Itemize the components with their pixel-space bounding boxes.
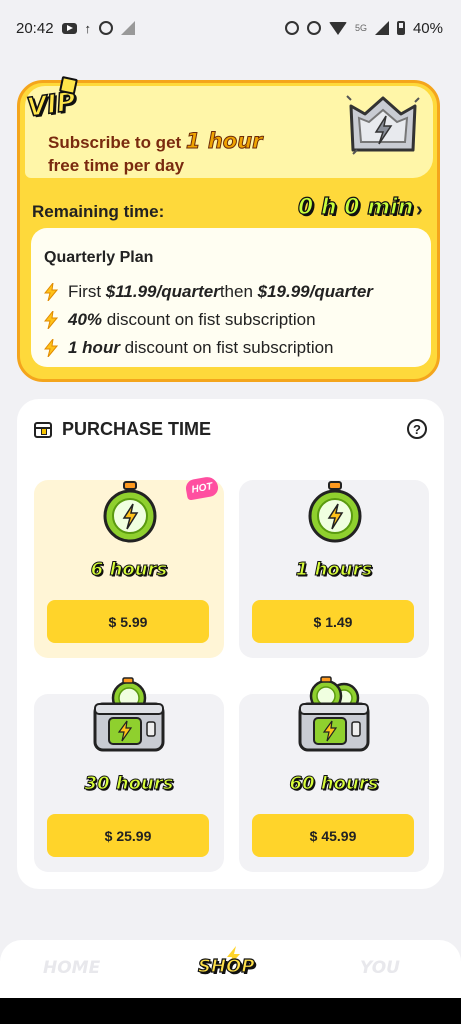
upload-icon: ↑ xyxy=(84,20,92,36)
tile-hours: 6 hours xyxy=(90,559,168,581)
tile-hours: 30 hours xyxy=(84,773,174,795)
purchase-title: PURCHASE TIME xyxy=(62,419,212,439)
battery-icon xyxy=(396,21,405,35)
plan-line3-bold: 1 hour xyxy=(68,338,120,357)
status-bar: 20:42 ↑ 5G 40% xyxy=(0,0,461,56)
plan-line1-mid: then xyxy=(219,282,258,301)
treasure-chest-icon xyxy=(34,421,52,438)
plan-price2: $19.99/quarter xyxy=(257,282,373,301)
plan-line2-rest: discount on fist subscription xyxy=(102,310,316,329)
bottom-nav: HOME SHOP YOU xyxy=(0,940,461,998)
plan-line1-prefix: First xyxy=(68,282,106,301)
accessibility-icon xyxy=(99,21,114,35)
stopwatch-icon xyxy=(308,481,362,543)
time-tile-1-hours[interactable]: 1 hours $ 1.49 xyxy=(239,480,429,658)
network-type: 5G xyxy=(354,23,367,33)
vip-card[interactable]: VIP Subscribe to get 1 hour free time pe… xyxy=(17,80,440,382)
time-chest-icon xyxy=(93,677,165,752)
alarm-icon xyxy=(284,21,299,35)
plan-title: Quarterly Plan xyxy=(44,249,154,266)
stopwatch-icon xyxy=(103,481,157,543)
remaining-value: 0 h 0 min xyxy=(297,194,414,220)
system-nav-bar xyxy=(0,998,461,1024)
plan-line2-bold: 40% xyxy=(68,310,103,329)
buy-button-1-hours[interactable]: $ 1.49 xyxy=(252,600,414,643)
youtube-icon xyxy=(61,22,77,34)
remaining-label: Remaining time: xyxy=(32,202,165,221)
cell-signal-icon xyxy=(374,21,389,35)
vip-banner: VIP Subscribe to get 1 hour free time pe… xyxy=(24,86,433,178)
silver-crown-icon xyxy=(346,95,420,155)
buy-button-60-hours[interactable]: $ 45.99 xyxy=(252,814,414,857)
plan-line-price: First $11.99/quarterthen $19.99/quarter xyxy=(44,282,373,302)
help-icon[interactable]: ? xyxy=(407,419,427,439)
bolt-icon xyxy=(44,339,58,357)
nav-shop[interactable]: SHOP xyxy=(197,955,255,977)
purchase-header: PURCHASE TIME xyxy=(34,419,211,440)
do-not-disturb-icon xyxy=(306,21,321,35)
plan-line3-rest: discount on fist subscription xyxy=(119,338,334,357)
hot-badge: HOT xyxy=(184,475,220,501)
signal-small-icon xyxy=(121,21,136,35)
buy-button-6-hours[interactable]: $ 5.99 xyxy=(47,600,209,643)
nav-home[interactable]: HOME xyxy=(43,958,100,978)
bolt-icon xyxy=(44,283,58,301)
vip-badge: VIP xyxy=(24,86,78,124)
time-tile-30-hours[interactable]: 30 hours $ 25.99 xyxy=(34,677,224,872)
nav-you[interactable]: YOU xyxy=(360,958,400,978)
bolt-icon xyxy=(44,311,58,329)
plan-line-discount: 40% discount on fist subscription xyxy=(44,310,316,330)
plan-line-hour: 1 hour discount on fist subscription xyxy=(44,338,334,358)
plan-price1: $11.99/quarter xyxy=(105,282,220,301)
subscribe-highlight: 1 hour xyxy=(185,129,263,154)
time-tile-6-hours[interactable]: HOT 6 hours $ 5.99 xyxy=(34,475,224,658)
time-tile-60-hours[interactable]: 60 hours $ 45.99 xyxy=(239,676,429,872)
time-chest-double-icon xyxy=(298,676,370,752)
purchase-card: PURCHASE TIME ? HOT 6 hours $ 5.99 1 hou… xyxy=(17,399,444,889)
status-left: 20:42 ↑ xyxy=(16,19,136,37)
subscribe-text: Subscribe to get 1 hour xyxy=(48,129,263,154)
plan-box: Quarterly Plan First $11.99/quarterthen … xyxy=(31,228,431,367)
buy-button-30-hours[interactable]: $ 25.99 xyxy=(47,814,209,857)
status-right: 5G 40% xyxy=(284,19,443,37)
plan-line3-text: 1 hour discount on fist subscription xyxy=(68,338,334,358)
tile-hours: 60 hours xyxy=(289,773,379,795)
clock: 20:42 xyxy=(16,19,54,37)
plan-line2-text: 40% discount on fist subscription xyxy=(68,310,316,330)
subscribe-prefix: Subscribe to get xyxy=(48,133,186,152)
battery-percent: 40% xyxy=(412,19,443,37)
chevron-right-icon[interactable]: › xyxy=(416,199,423,222)
wifi-icon xyxy=(328,21,347,35)
plan-line1-text: First $11.99/quarterthen $19.99/quarter xyxy=(68,282,373,302)
subscribe-line2: free time per day xyxy=(48,156,185,175)
tile-hours: 1 hours xyxy=(295,559,373,581)
